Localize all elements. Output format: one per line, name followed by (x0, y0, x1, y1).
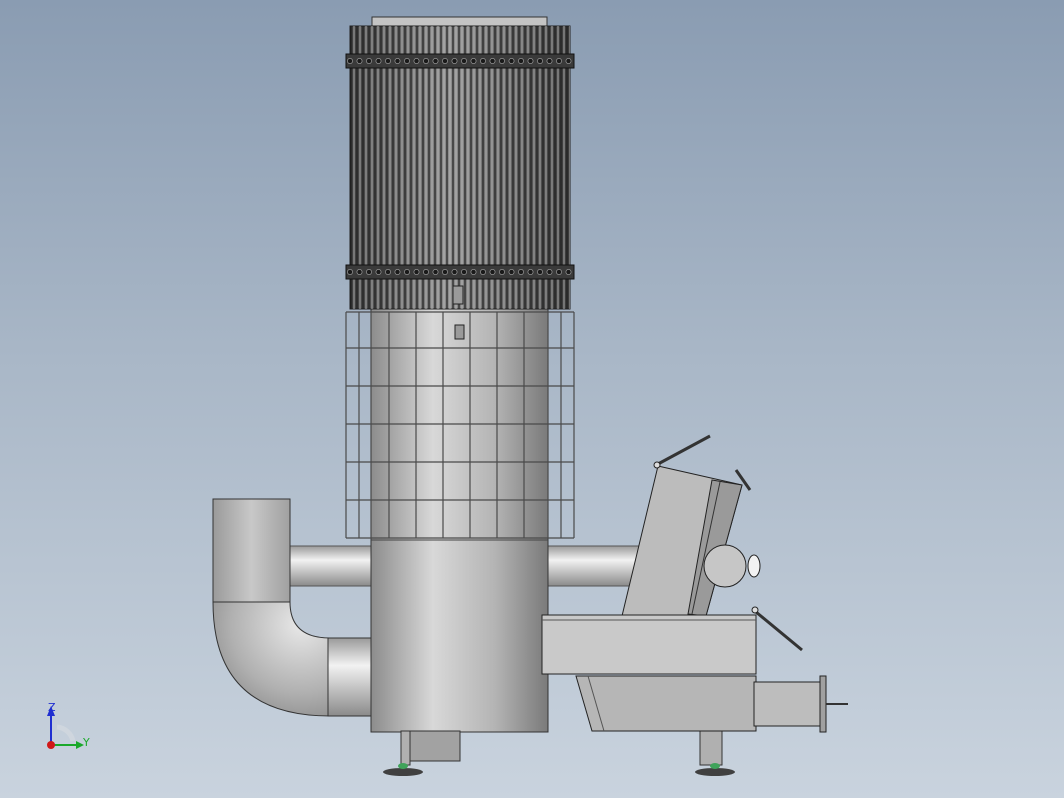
coordinate-triad: Z Y (47, 701, 90, 749)
bolt (489, 58, 496, 64)
cad-model[interactable]: Z Y (0, 0, 1064, 798)
bolt (527, 58, 534, 64)
bolt (470, 58, 477, 64)
bolt (442, 269, 448, 275)
bolt (499, 58, 505, 64)
bolt (375, 269, 382, 275)
bolt (366, 269, 372, 275)
bolt (432, 269, 439, 275)
bolt (385, 269, 391, 275)
bolt (461, 58, 467, 64)
bolt (385, 58, 391, 64)
bolt (366, 58, 372, 64)
bolt (565, 269, 572, 275)
bolt (508, 58, 515, 64)
tilted-hopper (621, 434, 761, 617)
bolt (537, 269, 543, 275)
z-axis-label: Z (48, 701, 56, 714)
bolt (508, 269, 515, 275)
main-vessel (370, 307, 549, 733)
bolt (394, 58, 401, 64)
bolt (451, 269, 458, 275)
bolt (347, 269, 353, 275)
right-horizontal-pipe (544, 545, 641, 587)
bolt (356, 58, 363, 64)
filter-cartridge (345, 16, 575, 340)
bolt (404, 269, 410, 275)
bolt (413, 58, 420, 64)
bolt (480, 58, 486, 64)
bolt (518, 269, 524, 275)
y-axis-label: Y (82, 736, 90, 749)
bolt (518, 58, 524, 64)
bolt (565, 58, 572, 64)
bolt (480, 269, 486, 275)
bolt (537, 58, 543, 64)
bolt (394, 269, 401, 275)
bolt (556, 58, 562, 64)
conveyor-housing (541, 606, 848, 733)
cad-viewport[interactable]: Z Y (0, 0, 1064, 798)
bolt (442, 58, 448, 64)
bolt (423, 269, 429, 275)
bolt (499, 269, 505, 275)
bolt (556, 269, 562, 275)
bolt (527, 269, 534, 275)
bolt (461, 269, 467, 275)
bolt (375, 58, 382, 64)
bolt (546, 58, 553, 64)
elbow-duct (212, 498, 380, 717)
bolt (404, 58, 410, 64)
bolt (413, 269, 420, 275)
bolt (432, 58, 439, 64)
bolt (489, 269, 496, 275)
origin-dot (47, 741, 55, 749)
bolt (347, 58, 353, 64)
bolt (546, 269, 553, 275)
left-horizontal-pipe (287, 545, 375, 587)
bolt (451, 58, 458, 64)
bolt (356, 269, 363, 275)
bolt (470, 269, 477, 275)
vessel-legs (383, 730, 735, 776)
bolt (423, 58, 429, 64)
